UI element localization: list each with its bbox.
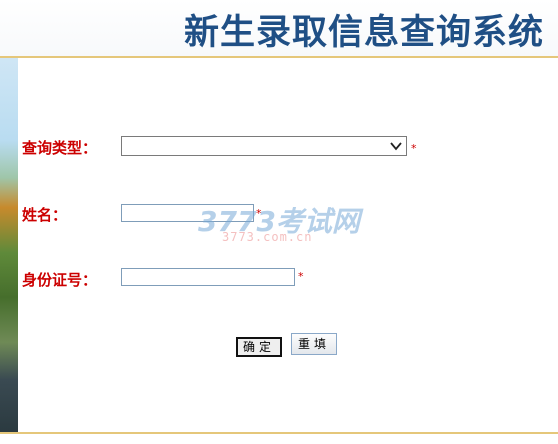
id-number-required-mark: *	[298, 270, 304, 283]
chevron-down-icon	[390, 142, 402, 151]
header: 新生录取信息查询系统	[0, 0, 558, 56]
confirm-button[interactable]: 确定	[236, 337, 282, 357]
reset-button[interactable]: 重填	[291, 333, 337, 355]
name-input[interactable]	[121, 204, 254, 222]
name-label: 姓名：	[22, 206, 68, 224]
query-type-label: 查询类型：	[22, 139, 98, 157]
id-number-label: 身份证号：	[22, 271, 98, 289]
query-page: 新生录取信息查询系统 查询类型： * 姓名： * 身份证号： * 确定 重填 3…	[0, 0, 558, 444]
watermark-url: 3773.com.cn	[222, 230, 313, 244]
name-required-mark: *	[256, 207, 262, 220]
query-type-required-mark: *	[411, 142, 417, 155]
footer-divider	[0, 432, 558, 434]
page-title: 新生录取信息查询系统	[183, 13, 544, 53]
id-number-input[interactable]	[121, 268, 295, 286]
campus-photo-strip	[0, 58, 18, 432]
query-type-select[interactable]	[121, 136, 407, 156]
header-divider	[0, 56, 558, 58]
